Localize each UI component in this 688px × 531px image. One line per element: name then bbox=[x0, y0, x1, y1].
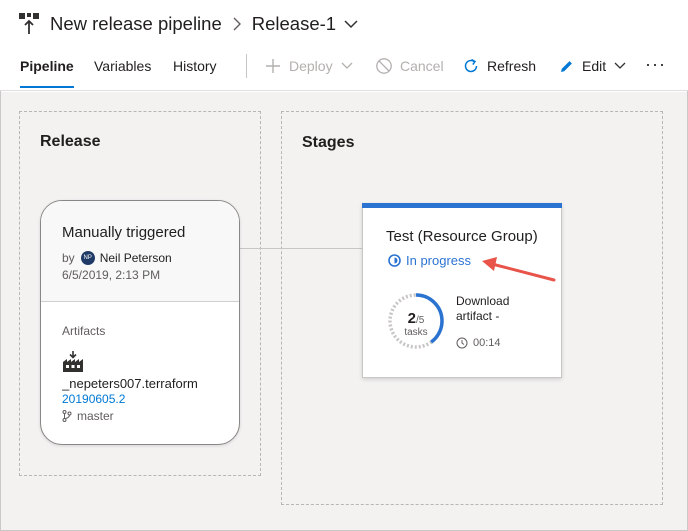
edit-button[interactable]: Edit bbox=[558, 50, 626, 82]
build-artifact-icon bbox=[63, 351, 83, 372]
tab-variables[interactable]: Variables bbox=[94, 50, 151, 90]
current-task: Download artifact - bbox=[456, 294, 510, 323]
refresh-label: Refresh bbox=[487, 58, 537, 74]
artifact-name: _nepeters007.terraform bbox=[62, 376, 198, 391]
header: New release pipeline Release-1 Pipeline … bbox=[0, 0, 688, 91]
author-name: Neil Peterson bbox=[99, 251, 172, 265]
stage-card[interactable]: Test (Resource Group) In progress 2/5 ta… bbox=[362, 203, 562, 378]
branch-name: master bbox=[77, 409, 114, 423]
release-to-stage-connector bbox=[240, 248, 362, 249]
tasks-total: /5 bbox=[416, 315, 425, 326]
cancel-icon bbox=[376, 58, 392, 74]
refresh-button[interactable]: Refresh bbox=[462, 50, 536, 82]
elapsed-time: 00:14 bbox=[473, 337, 501, 349]
breadcrumb: New release pipeline Release-1 bbox=[18, 10, 358, 38]
deploy-button[interactable]: Deploy bbox=[264, 50, 353, 82]
by-label: by bbox=[62, 251, 75, 265]
release-name[interactable]: Release-1 bbox=[252, 13, 336, 35]
elapsed-time-row: 00:14 bbox=[456, 337, 501, 349]
tasks-label: tasks bbox=[404, 327, 428, 338]
pipeline-name[interactable]: New release pipeline bbox=[50, 13, 222, 35]
release-pipeline-icon bbox=[19, 13, 39, 34]
release-date: 6/5/2019, 2:13 PM bbox=[62, 268, 161, 282]
deploy-label: Deploy bbox=[289, 58, 333, 74]
release-author-row: by NP Neil Peterson bbox=[62, 251, 172, 265]
refresh-icon bbox=[464, 58, 478, 73]
plus-icon bbox=[266, 59, 280, 73]
stage-status-text: In progress bbox=[406, 253, 472, 268]
trigger-text: Manually triggered bbox=[62, 224, 186, 241]
branch-row: master bbox=[62, 409, 114, 423]
tab-history[interactable]: History bbox=[173, 50, 217, 90]
stage-status-bar bbox=[362, 203, 562, 208]
edit-label: Edit bbox=[582, 58, 607, 74]
task-count: 2/5 bbox=[386, 310, 446, 328]
cancel-button[interactable]: Cancel bbox=[375, 50, 444, 82]
clock-icon bbox=[456, 337, 468, 349]
avatar: NP bbox=[80, 251, 95, 265]
toolbar: Pipeline Variables History Deploy Cancel bbox=[0, 50, 688, 90]
toolbar-divider bbox=[246, 54, 247, 78]
more-actions-button[interactable]: ··· bbox=[645, 54, 666, 75]
release-section-title: Release bbox=[40, 133, 101, 150]
artifacts-label: Artifacts bbox=[62, 324, 106, 338]
release-card[interactable]: Manually triggered by NP Neil Peterson 6… bbox=[40, 200, 240, 445]
chevron-down-icon bbox=[341, 62, 353, 69]
in-progress-icon bbox=[388, 254, 401, 267]
stage-name: Test (Resource Group) bbox=[386, 228, 538, 245]
stage-status[interactable]: In progress bbox=[388, 253, 471, 268]
artifact-version-link[interactable]: 20190605.2 bbox=[62, 392, 125, 406]
branch-icon bbox=[62, 410, 72, 422]
chevron-down-icon bbox=[614, 62, 626, 69]
cancel-label: Cancel bbox=[400, 58, 444, 74]
tab-pipeline[interactable]: Pipeline bbox=[20, 50, 74, 90]
chevron-down-icon[interactable] bbox=[344, 19, 358, 29]
chevron-right-icon bbox=[233, 17, 241, 31]
stages-section-title: Stages bbox=[302, 134, 355, 151]
pencil-icon bbox=[561, 60, 572, 72]
tasks-done: 2 bbox=[407, 310, 416, 327]
